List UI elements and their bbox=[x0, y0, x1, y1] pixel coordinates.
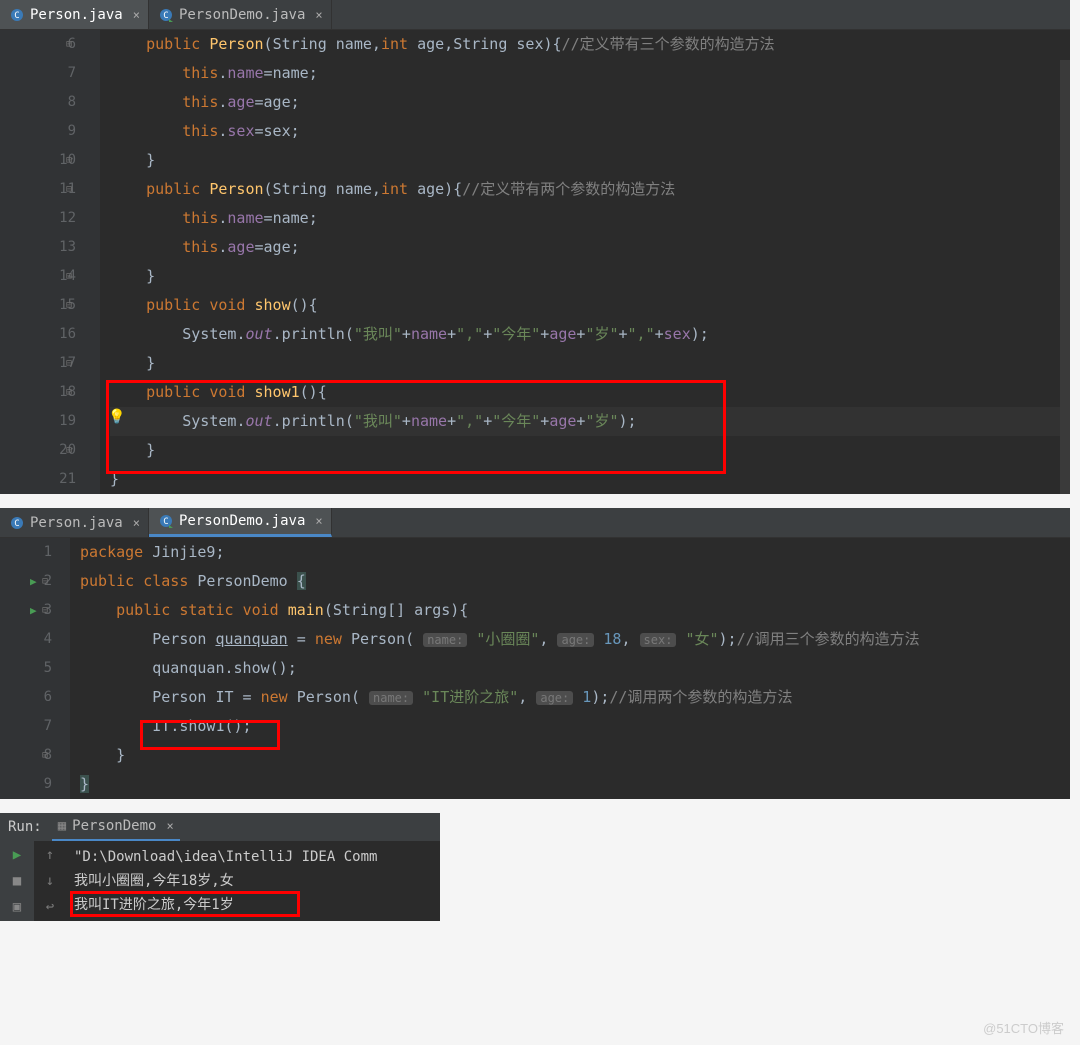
up-arrow-icon[interactable]: ↑ bbox=[46, 847, 54, 863]
run-header: Run: ▦ PersonDemo × bbox=[0, 813, 440, 841]
tab-person-java[interactable]: C Person.java × bbox=[0, 508, 149, 537]
run-toolbar-arrows: ↑ ↓ ↩ bbox=[34, 841, 66, 921]
gutter: 6⊟ 7 8 9 10⊟ 11⊟ 12 13 14⊟ 15⊟ 16 17⊟ 18… bbox=[0, 30, 100, 494]
tab-bar: C Person.java × C PersonDemo.java × bbox=[0, 508, 1070, 538]
tab-label: Person.java bbox=[30, 7, 123, 23]
soft-wrap-icon[interactable]: ↩ bbox=[46, 899, 54, 915]
run-toolbar-left: ▶ ■ ▣ bbox=[0, 841, 34, 921]
console-output[interactable]: "D:\Download\idea\IntelliJ IDEA Comm 我叫小… bbox=[66, 841, 440, 921]
code-area[interactable]: public Person(String name,int age,String… bbox=[100, 30, 1070, 494]
close-icon[interactable]: × bbox=[311, 8, 322, 22]
close-icon[interactable]: × bbox=[311, 514, 322, 528]
code-area[interactable]: package Jinjie9; public class PersonDemo… bbox=[70, 538, 1070, 799]
layout-icon: ▦ bbox=[58, 818, 66, 834]
output-line: "D:\Download\idea\IntelliJ IDEA Comm bbox=[74, 845, 432, 869]
run-gutter-icon[interactable]: ▶ bbox=[30, 567, 37, 596]
tab-bar: C Person.java × C PersonDemo.java × bbox=[0, 0, 1070, 30]
svg-text:C: C bbox=[14, 519, 19, 529]
run-label: Run: bbox=[4, 819, 42, 835]
stop-icon[interactable]: ■ bbox=[13, 873, 21, 889]
down-arrow-icon[interactable]: ↓ bbox=[46, 873, 54, 889]
java-class-icon: C bbox=[10, 8, 24, 22]
gutter: 1 2▶⊟ 3▶⊟ 4 5 6 7 8⊟ 9 bbox=[0, 538, 70, 799]
svg-text:C: C bbox=[163, 517, 168, 527]
run-tool-window: Run: ▦ PersonDemo × ▶ ■ ▣ ↑ ↓ ↩ "D:\Down… bbox=[0, 813, 440, 921]
tab-persondemo-java[interactable]: C PersonDemo.java × bbox=[149, 508, 332, 537]
java-class-runnable-icon: C bbox=[159, 514, 173, 528]
close-icon[interactable]: × bbox=[129, 516, 140, 530]
run-config-label[interactable]: PersonDemo bbox=[72, 818, 156, 834]
camera-icon[interactable]: ▣ bbox=[13, 899, 21, 915]
svg-text:C: C bbox=[163, 11, 168, 21]
rerun-icon[interactable]: ▶ bbox=[13, 847, 21, 863]
output-line: 我叫小圈圈,今年18岁,女 bbox=[74, 869, 432, 893]
tab-label: Person.java bbox=[30, 515, 123, 531]
java-class-runnable-icon: C bbox=[159, 8, 173, 22]
tab-person-java[interactable]: C Person.java × bbox=[0, 0, 149, 29]
tab-persondemo-java[interactable]: C PersonDemo.java × bbox=[149, 0, 332, 29]
scrollbar[interactable] bbox=[1060, 60, 1070, 494]
tab-label: PersonDemo.java bbox=[179, 513, 305, 529]
close-icon[interactable]: × bbox=[162, 819, 173, 833]
tab-label: PersonDemo.java bbox=[179, 7, 305, 23]
svg-text:C: C bbox=[14, 11, 19, 21]
code-editor[interactable]: 1 2▶⊟ 3▶⊟ 4 5 6 7 8⊟ 9 package Jinjie9; … bbox=[0, 538, 1070, 799]
close-icon[interactable]: × bbox=[129, 8, 140, 22]
editor-panel-person: C Person.java × C PersonDemo.java × 6⊟ 7… bbox=[0, 0, 1070, 494]
watermark: @51CTO博客 bbox=[983, 1018, 1064, 1037]
editor-panel-persondemo: C Person.java × C PersonDemo.java × 1 2▶… bbox=[0, 508, 1070, 799]
intention-bulb-icon[interactable]: 💡 bbox=[108, 409, 125, 425]
code-editor[interactable]: 6⊟ 7 8 9 10⊟ 11⊟ 12 13 14⊟ 15⊟ 16 17⊟ 18… bbox=[0, 30, 1070, 494]
output-line: 我叫IT进阶之旅,今年1岁 bbox=[74, 897, 234, 913]
java-class-icon: C bbox=[10, 516, 24, 530]
run-gutter-icon[interactable]: ▶ bbox=[30, 596, 37, 625]
